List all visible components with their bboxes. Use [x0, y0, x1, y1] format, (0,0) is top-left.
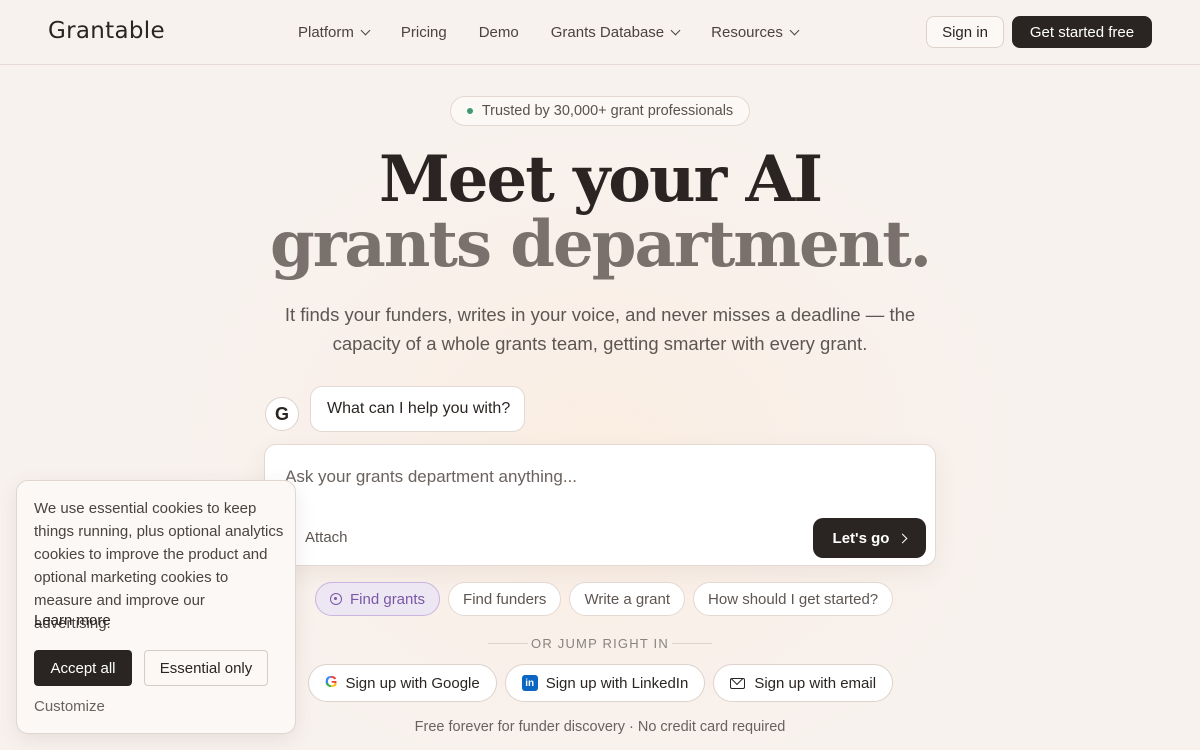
- lets-go-label: Let's go: [832, 529, 890, 547]
- chevron-down-icon: [670, 25, 681, 35]
- chip-how-to-start[interactable]: How should I get started?: [693, 582, 894, 616]
- status-dot-icon: [466, 108, 473, 114]
- site-header: Grantable Platform Pricing Demo Grants D…: [0, 0, 1200, 65]
- email-signup-button[interactable]: Sign up with email: [713, 664, 894, 702]
- suggestion-chips: Find grants Find funders Write a grant H…: [315, 582, 901, 616]
- chip-label: Find grants: [350, 590, 426, 608]
- nav-item-label: Demo: [478, 23, 519, 41]
- linkedin-signup-button[interactable]: in Sign up with LinkedIn: [504, 664, 706, 702]
- chat-input[interactable]: [285, 467, 885, 487]
- learn-more-link[interactable]: Learn more: [34, 612, 111, 629]
- chip-find-funders[interactable]: Find funders: [448, 582, 562, 616]
- chip-label: Find funders: [463, 590, 547, 608]
- google-signup-label: Sign up with Google: [345, 674, 480, 692]
- hero-title-line2: grants department.: [269, 207, 932, 282]
- trust-badge-text: Trusted by 30,000+ grant professionals: [481, 103, 734, 119]
- accept-all-button[interactable]: Accept all: [34, 650, 132, 686]
- nav-item-label: Platform: [298, 23, 354, 41]
- linkedin-icon: in: [521, 675, 538, 691]
- nav-item-demo[interactable]: Demo: [479, 21, 519, 43]
- nav-item-pricing[interactable]: Pricing: [401, 21, 447, 43]
- main-nav: Platform Pricing Demo Grants Database Re…: [298, 21, 830, 43]
- chip-write-a-grant[interactable]: Write a grant: [569, 582, 686, 616]
- trust-badge: Trusted by 30,000+ grant professionals: [450, 96, 750, 126]
- chat-composer: Attach Let's go: [264, 444, 936, 566]
- assistant-avatar: G: [265, 397, 299, 431]
- chevron-down-icon: [789, 25, 800, 35]
- hero-title-line1: Meet your AI: [378, 142, 823, 217]
- get-started-button[interactable]: Get started free: [1012, 16, 1152, 48]
- lets-go-button[interactable]: Let's go: [813, 518, 926, 558]
- assistant-prompt-bubble: What can I help you with?: [310, 386, 525, 432]
- google-signup-button[interactable]: G Sign up with Google: [308, 664, 497, 702]
- mail-icon: [730, 677, 746, 689]
- cookie-banner: We use essential cookies to keep things …: [16, 480, 296, 734]
- nav-item-label: Resources: [711, 23, 783, 41]
- signup-options: G Sign up with Google in Sign up with Li…: [308, 664, 901, 702]
- sign-in-button[interactable]: Sign in: [926, 16, 1004, 48]
- nav-item-resources[interactable]: Resources: [711, 21, 800, 43]
- grantable-logo[interactable]: Grantable: [48, 18, 165, 44]
- nav-item-grants-database[interactable]: Grants Database: [550, 21, 681, 43]
- essential-only-button[interactable]: Essential only: [144, 650, 268, 686]
- nav-item-platform[interactable]: Platform: [298, 21, 371, 43]
- attach-button[interactable]: Attach: [305, 529, 348, 546]
- nav-item-label: Pricing: [400, 23, 447, 41]
- chip-label: How should I get started?: [708, 590, 879, 608]
- customize-link[interactable]: Customize: [34, 698, 105, 715]
- compass-icon: [330, 593, 342, 605]
- hero-subtitle: It finds your funders, writes in your vo…: [284, 304, 916, 354]
- nav-item-label: Grants Database: [550, 23, 665, 41]
- google-icon: G: [325, 674, 338, 691]
- divider-line-right: [672, 643, 712, 644]
- email-signup-label: Sign up with email: [754, 674, 877, 692]
- chip-find-grants[interactable]: Find grants: [315, 582, 441, 616]
- chip-label: Write a grant: [584, 590, 671, 608]
- chevron-down-icon: [360, 25, 371, 35]
- linkedin-signup-label: Sign up with LinkedIn: [545, 674, 689, 692]
- chevron-right-icon: [898, 533, 908, 543]
